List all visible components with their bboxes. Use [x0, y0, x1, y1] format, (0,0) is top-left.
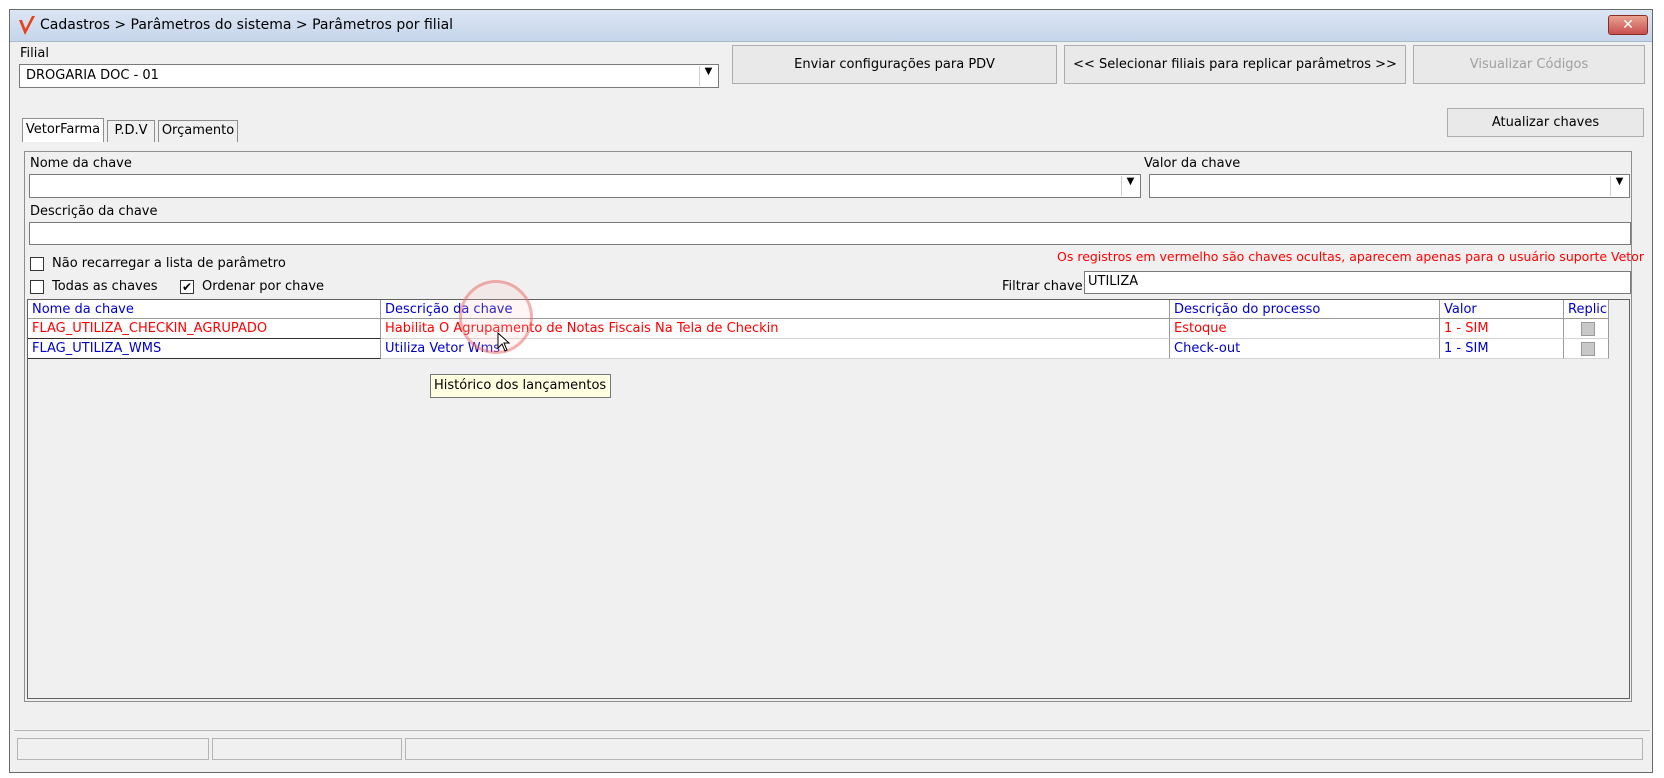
key-desc-label: Descrição da chave: [30, 204, 158, 219]
table-row-2-process[interactable]: Check-out: [1170, 339, 1440, 359]
table-row-1-name[interactable]: FLAG_UTILIZA_CHECKIN_AGRUPADO: [28, 319, 381, 339]
table-row-2-replic-cell[interactable]: [1564, 339, 1609, 359]
col-header-process-desc[interactable]: Descrição do processo: [1170, 300, 1440, 319]
mouse-cursor-icon: [497, 332, 511, 352]
all-keys-label: Todas as chaves: [52, 279, 158, 294]
key-desc-input[interactable]: [29, 222, 1631, 245]
close-x-icon: ✕: [1622, 17, 1634, 33]
table-row-1-replic-cell[interactable]: [1564, 319, 1609, 339]
send-pdv-button[interactable]: Enviar configurações para PDV: [732, 45, 1057, 84]
dropdown-arrow-icon[interactable]: ▼: [1610, 176, 1628, 196]
table-row-1-value[interactable]: 1 - SIM: [1440, 319, 1564, 339]
checkmark-icon: ✔: [181, 280, 193, 294]
filter-key-input[interactable]: UTILIZA: [1084, 271, 1631, 294]
hidden-keys-notice: Os registros em vermelho são chaves ocul…: [1057, 249, 1644, 264]
status-panel-3: [405, 738, 1643, 760]
tooltip: Histórico dos lançamentos: [430, 374, 611, 398]
filial-select[interactable]: DROGARIA DOC - 01 ▼: [19, 64, 719, 88]
parameters-grid: [27, 299, 1630, 699]
table-row-2-name[interactable]: FLAG_UTILIZA_WMS: [28, 339, 381, 359]
key-value-select[interactable]: ▼: [1149, 174, 1630, 198]
select-branches-button[interactable]: << Selecionar filiais para replicar parâ…: [1064, 45, 1406, 84]
update-keys-button[interactable]: Atualizar chaves: [1447, 108, 1644, 137]
replic-checkbox[interactable]: [1581, 342, 1595, 356]
status-divider: [14, 730, 1650, 731]
all-keys-checkbox[interactable]: [30, 280, 44, 294]
close-button[interactable]: ✕: [1608, 15, 1648, 35]
filter-key-label: Filtrar chave: [1002, 279, 1083, 294]
col-header-value[interactable]: Valor: [1440, 300, 1564, 319]
tab-orcamento[interactable]: Orçamento: [158, 120, 238, 142]
filter-key-value: UTILIZA: [1088, 274, 1139, 289]
key-name-label: Nome da chave: [30, 156, 132, 171]
tab-vetorfarma[interactable]: VetorFarma: [22, 118, 104, 142]
col-header-key-name[interactable]: Nome da chave: [28, 300, 381, 319]
order-by-key-checkbox[interactable]: ✔: [180, 280, 194, 294]
no-reload-checkbox[interactable]: [30, 257, 44, 271]
status-panel-2: [212, 738, 402, 760]
status-panel-1: [17, 738, 209, 760]
click-highlight-ring: [459, 280, 533, 354]
table-row-2-value[interactable]: 1 - SIM: [1440, 339, 1564, 359]
dropdown-arrow-icon[interactable]: ▼: [1121, 176, 1139, 196]
replic-checkbox[interactable]: [1581, 322, 1595, 336]
filial-value: DROGARIA DOC - 01: [26, 68, 159, 83]
window-title: Cadastros > Parâmetros do sistema > Parâ…: [40, 17, 454, 33]
key-name-select[interactable]: ▼: [29, 174, 1141, 198]
tab-pdv[interactable]: P.D.V: [107, 120, 155, 142]
view-codes-button[interactable]: Visualizar Códigos: [1413, 45, 1645, 84]
col-header-replic[interactable]: Replic: [1564, 300, 1609, 319]
key-value-label: Valor da chave: [1144, 156, 1241, 171]
dropdown-arrow-icon[interactable]: ▼: [699, 66, 717, 86]
no-reload-label: Não recarregar a lista de parâmetro: [52, 256, 286, 271]
order-by-key-label: Ordenar por chave: [202, 279, 325, 294]
vetor-logo-icon: [19, 16, 35, 35]
table-row-1-process[interactable]: Estoque: [1170, 319, 1440, 339]
filial-label: Filial: [20, 46, 49, 61]
